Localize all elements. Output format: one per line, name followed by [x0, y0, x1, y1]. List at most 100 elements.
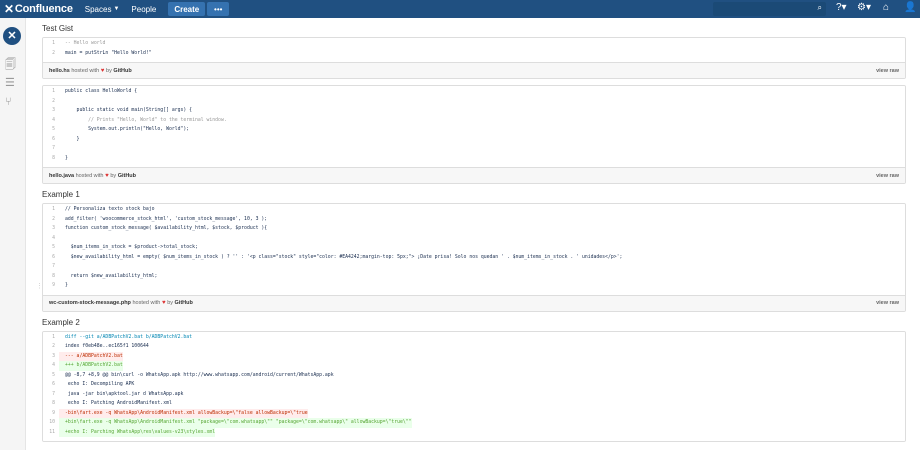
by-text: by [167, 300, 173, 306]
line-number[interactable]: 2 [43, 97, 59, 107]
line-number[interactable]: 5 [43, 125, 59, 135]
line-code: +echo I: Parching WhatsApp\res\values-v2… [59, 427, 216, 437]
blog-feed-icon[interactable]: ☰ [5, 76, 15, 89]
code-line: 5 $num_items_in_stock = $product->total_… [43, 243, 905, 253]
line-number[interactable]: 11 [43, 428, 59, 438]
code-line: 11 +echo I: Parching WhatsApp\res\values-… [43, 427, 905, 438]
line-code: @@ -8,7 +8,9 @@ bin\curl -o WhatsApp.apk… [65, 372, 334, 378]
page-tree-icon[interactable]: ⑂ [5, 96, 12, 108]
line-code: -bin\fart.exe -q WhatsApp\AndroidManifes… [59, 408, 308, 418]
spaces-menu[interactable]: Spaces ▼ [85, 5, 120, 14]
line-number[interactable]: 1 [43, 205, 59, 215]
code-line: 1 // Personaliza texto stock bajo [43, 205, 905, 215]
gist-filename-link[interactable]: wc-custom-stock-message.php [49, 300, 131, 306]
github-link[interactable]: GitHub [113, 68, 131, 74]
line-number[interactable]: 5 [43, 243, 59, 253]
pages-icon[interactable]: 🗐 [5, 56, 16, 75]
line-number[interactable]: 8 [43, 399, 59, 409]
code-line: 4 +++ b/ADBPatchV2.bat [43, 361, 905, 371]
gist-meta-bar: wc-custom-stock-message.php hosted with … [43, 294, 905, 311]
line-number[interactable]: 4 [43, 234, 59, 244]
view-raw-link[interactable]: view raw [876, 68, 899, 74]
view-raw-link[interactable]: view raw [876, 173, 899, 179]
gist-meta-bar: hello.hs hosted with ♥ by GitHub view raw [43, 62, 905, 78]
code-line: 2 main = putStrLn "Hello World!" [43, 49, 905, 59]
line-code: public class HelloWorld { [65, 89, 138, 94]
code-line: 4 // Prints "Hello, World" to the termin… [43, 116, 905, 126]
chevron-down-icon: ▼ [113, 6, 120, 12]
line-number[interactable]: 7 [43, 262, 59, 272]
code-line: 1 -- Hello world [43, 39, 905, 49]
spaces-label: Spaces [84, 4, 112, 14]
github-link[interactable]: GitHub [175, 300, 193, 306]
line-number[interactable]: 2 [43, 342, 59, 352]
search-input[interactable]: ⌕ [713, 2, 826, 16]
hosted-with-text: hosted with [132, 300, 161, 306]
help-icon[interactable]: ?▾ [836, 2, 847, 13]
line-code: System.out.println("Hello, World"); [65, 127, 190, 132]
line-number[interactable]: 3 [43, 224, 59, 234]
code-line: 5 System.out.println("Hello, World"); [43, 125, 905, 135]
line-number[interactable]: 9 [43, 281, 59, 291]
gist-code: 1 // Personaliza texto stock bajo 2 add_fil… [43, 204, 905, 295]
code-line: 9 -bin\fart.exe -q WhatsApp\AndroidManife… [43, 408, 905, 419]
line-number[interactable]: 1 [43, 39, 59, 49]
confluence-logo[interactable]: ✕ Confluence [4, 2, 73, 16]
code-line: 4 [43, 234, 905, 244]
code-line: 7 [43, 144, 905, 154]
line-number[interactable]: 7 [43, 144, 59, 154]
line-code: // Personaliza texto stock bajo [65, 207, 155, 212]
line-number[interactable]: 2 [43, 49, 59, 59]
line-number[interactable]: 1 [43, 87, 59, 97]
section-heading: Example 1 [42, 190, 80, 199]
gist-attribution: hello.hs hosted with ♥ by GitHub [49, 68, 132, 74]
line-number[interactable]: 4 [43, 116, 59, 126]
settings-gear-icon[interactable]: ⚙▾ [857, 2, 871, 13]
code-line: 9} [43, 281, 905, 291]
line-number[interactable]: 8 [43, 154, 59, 164]
code-line: 7 [43, 262, 905, 272]
gist-meta-bar: hello.java hosted with ♥ by GitHub view r… [43, 167, 905, 183]
user-avatar-icon[interactable]: 👤 [904, 2, 916, 13]
confluence-logo-icon: ✕ [4, 2, 14, 16]
line-number[interactable]: 9 [43, 409, 59, 419]
gist-attribution: wc-custom-stock-message.php hosted with … [49, 300, 193, 306]
line-number[interactable]: 2 [43, 215, 59, 225]
code-line: 3 --- a/ADBPatchV2.bat [43, 351, 905, 362]
space-logo-icon[interactable]: ✕ [3, 27, 21, 45]
gist-code: 1 diff --git a/ADBPatchV2.bat b/ADBPatchV… [43, 331, 905, 441]
line-number[interactable]: 3 [43, 106, 59, 116]
line-number[interactable]: 6 [43, 380, 59, 390]
gist-filename-link[interactable]: hello.java [49, 173, 74, 179]
hosted-with-text: hosted with [75, 172, 104, 179]
line-code: add_filter( 'woocommerce_stock_html', 'c… [65, 216, 268, 222]
line-number[interactable]: 8 [43, 272, 59, 282]
view-raw-link[interactable]: view raw [876, 300, 899, 306]
line-number[interactable]: 6 [43, 253, 59, 263]
code-line: 7 java -jar bin\apktool.jar d WhatsApp.a… [43, 390, 905, 400]
code-line: 5 @@ -8,7 +8,9 @@ bin\curl -o WhatsApp.ap… [43, 371, 905, 381]
line-number[interactable]: 7 [43, 390, 59, 400]
notifications-icon[interactable]: ⌂ [883, 2, 889, 13]
line-number[interactable]: 1 [43, 333, 59, 343]
more-create-button[interactable]: ••• [207, 2, 230, 16]
create-button[interactable]: Create [168, 2, 206, 16]
line-number[interactable]: 4 [43, 361, 59, 371]
line-number[interactable]: 5 [43, 371, 59, 381]
by-text: by [106, 67, 112, 74]
line-code: return $new_availability_html; [65, 273, 158, 279]
github-link[interactable]: GitHub [118, 173, 136, 179]
gist-embed: 1 -- Hello world 2 main = putStrLn "Hello W… [42, 37, 906, 79]
code-line: 8 return $new_availability_html; [43, 272, 905, 282]
code-line: 8 echo I: Patching AndroidManifest.xml [43, 399, 905, 409]
line-number[interactable]: 3 [43, 352, 59, 362]
people-link[interactable]: People [131, 5, 156, 14]
gist-filename-link[interactable]: hello.hs [49, 68, 70, 74]
code-line: 2 add_filter( 'woocommerce_stock_html', '… [43, 215, 905, 225]
line-number[interactable]: 6 [43, 135, 59, 145]
line-number[interactable]: 10 [43, 418, 59, 428]
line-code: public static void main(String[] args) { [65, 108, 193, 113]
